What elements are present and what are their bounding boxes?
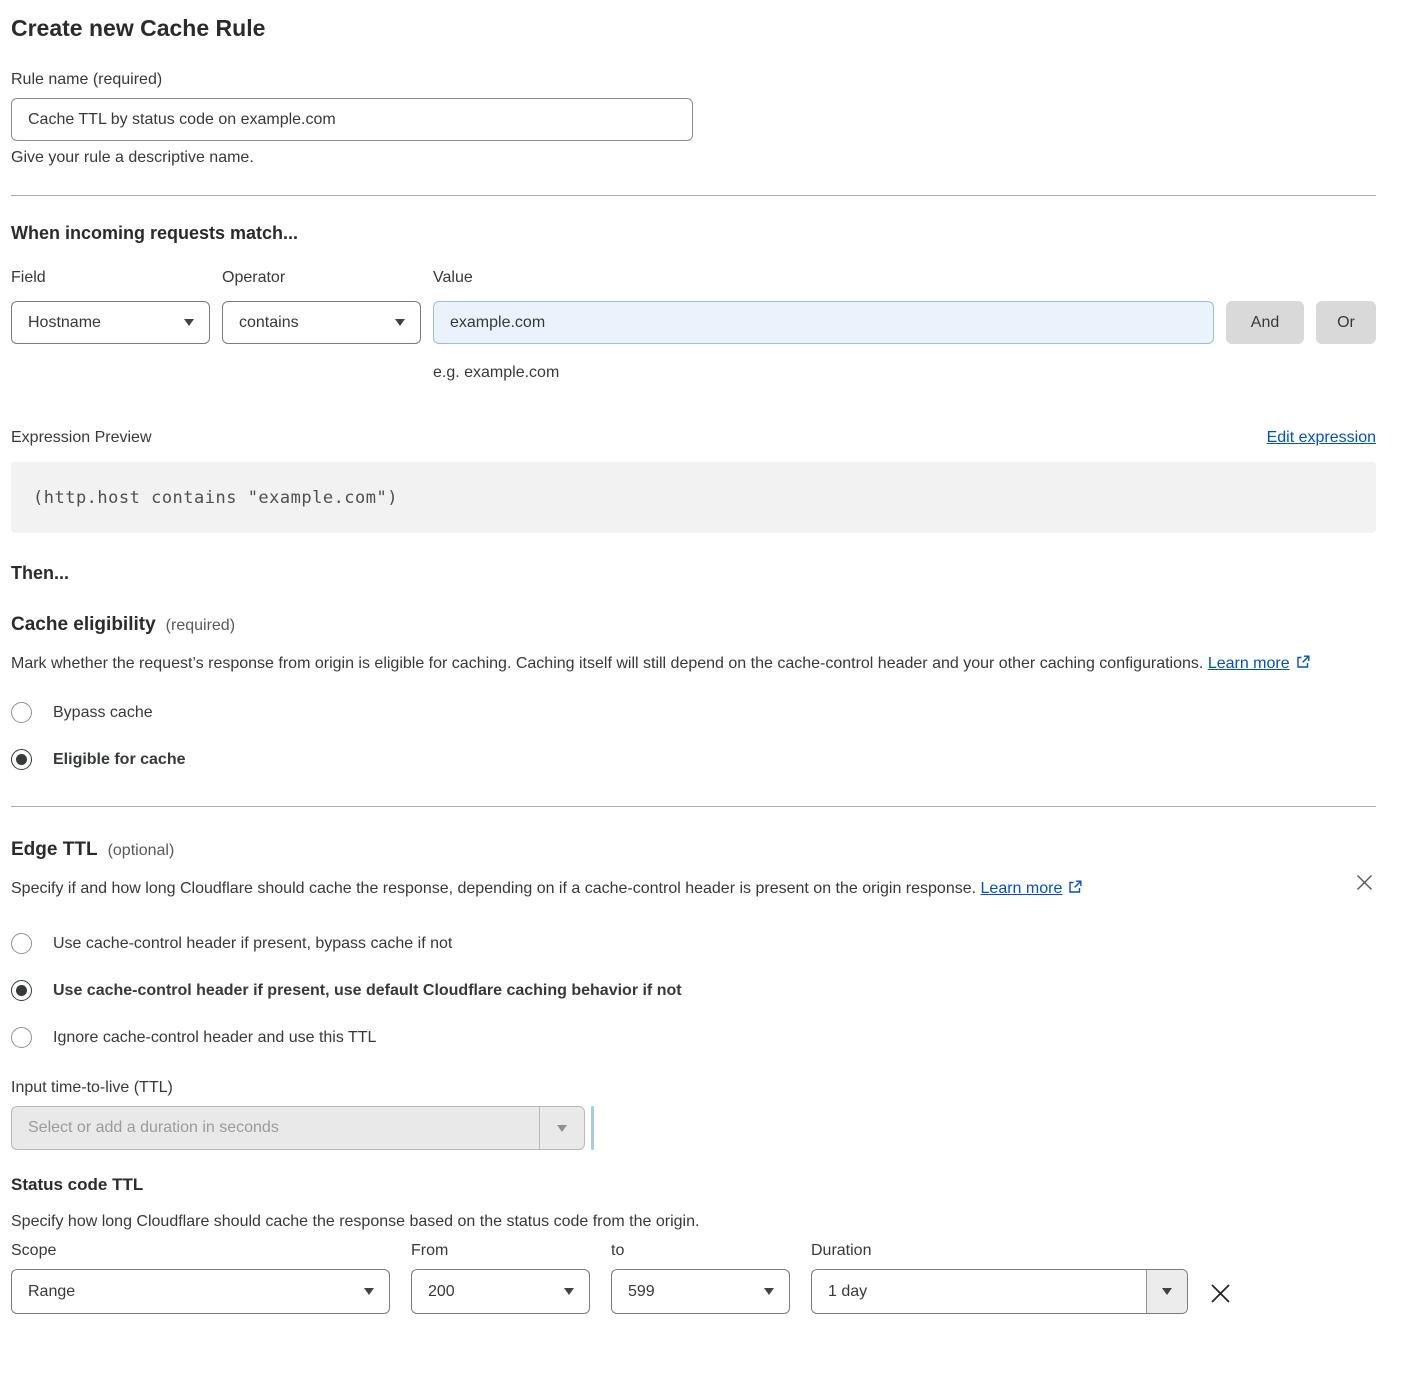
page-title: Create new Cache Rule xyxy=(11,14,1376,42)
from-label: From xyxy=(411,1241,590,1261)
radio-icon[interactable] xyxy=(11,1027,32,1048)
external-link-icon xyxy=(1295,652,1311,680)
radio-icon[interactable] xyxy=(11,933,32,954)
section-divider xyxy=(11,195,1376,196)
ttl-input-label: Input time-to-live (TTL) xyxy=(11,1078,1376,1098)
close-icon[interactable] xyxy=(1355,873,1374,892)
edit-expression-link[interactable]: Edit expression xyxy=(1267,429,1376,447)
radio-option-default-caching-behavior[interactable]: Use cache-control header if present, use… xyxy=(11,980,1376,1001)
scope-select-value: Range xyxy=(28,1283,75,1301)
chevron-down-icon xyxy=(764,1288,774,1295)
status-code-ttl-row: Scope From to Duration Range 200 599 1 d… xyxy=(11,1241,1376,1314)
or-button[interactable]: Or xyxy=(1316,301,1376,344)
status-code-ttl-heading: Status code TTL xyxy=(11,1175,1376,1195)
section-divider xyxy=(11,806,1376,807)
chevron-down-icon xyxy=(539,1107,584,1149)
operator-select[interactable]: contains xyxy=(222,301,421,344)
chevron-down-icon xyxy=(1146,1270,1187,1313)
chevron-down-icon xyxy=(364,1288,374,1295)
from-select[interactable]: 200 xyxy=(411,1269,590,1314)
edge-ttl-qualifier: (optional) xyxy=(108,842,175,860)
scope-label: Scope xyxy=(11,1241,390,1261)
edge-ttl-options: Use cache-control header if present, byp… xyxy=(11,933,1376,1048)
ttl-duration-placeholder: Select or add a duration in seconds xyxy=(12,1107,539,1149)
scope-select[interactable]: Range xyxy=(11,1269,390,1314)
duration-select-value: 1 day xyxy=(812,1270,1146,1313)
ttl-duration-select: Select or add a duration in seconds xyxy=(11,1106,585,1150)
and-button[interactable]: And xyxy=(1226,301,1304,344)
field-select[interactable]: Hostname xyxy=(11,301,210,344)
rule-name-label: Rule name (required) xyxy=(11,70,1376,90)
chevron-down-icon xyxy=(395,319,405,326)
radio-checked-icon[interactable] xyxy=(11,980,32,1001)
cache-eligibility-description: Mark whether the request’s response from… xyxy=(11,650,1376,680)
cache-eligibility-options: Bypass cache Eligible for cache xyxy=(11,702,1376,770)
operator-label: Operator xyxy=(222,268,421,288)
radio-option-bypass-cache[interactable]: Bypass cache xyxy=(11,702,1376,723)
radio-option-bypass-if-no-header[interactable]: Use cache-control header if present, byp… xyxy=(11,933,1376,954)
chevron-down-icon xyxy=(564,1288,574,1295)
radio-option-ignore-header-use-ttl[interactable]: Ignore cache-control header and use this… xyxy=(11,1027,1376,1048)
cache-eligibility-learn-more-link[interactable]: Learn more xyxy=(1208,655,1311,672)
create-cache-rule-page: Create new Cache Rule Rule name (require… xyxy=(0,0,1412,1314)
value-help: e.g. example.com xyxy=(433,364,1214,382)
expression-preview-label: Expression Preview xyxy=(11,428,152,448)
duration-label: Duration xyxy=(811,1241,1188,1261)
external-link-icon xyxy=(1067,877,1083,905)
radio-option-eligible-for-cache[interactable]: Eligible for cache xyxy=(11,749,1376,770)
to-select[interactable]: 599 xyxy=(611,1269,790,1314)
edge-ttl-heading: Edge TTL xyxy=(11,839,98,861)
value-label: Value xyxy=(433,268,1214,288)
radio-icon[interactable] xyxy=(11,702,32,723)
cache-eligibility-qualifier: (required) xyxy=(166,617,235,635)
operator-select-value: contains xyxy=(239,314,299,332)
status-code-ttl-description: Specify how long Cloudflare should cache… xyxy=(11,1209,1376,1235)
then-heading: Then... xyxy=(11,562,1376,584)
radio-checked-icon[interactable] xyxy=(11,749,32,770)
chevron-down-icon xyxy=(184,319,194,326)
rule-name-help: Give your rule a descriptive name. xyxy=(11,149,1376,167)
focus-bar xyxy=(591,1106,594,1150)
expression-preview-code: (http.host contains "example.com") xyxy=(11,462,1376,533)
field-label: Field xyxy=(11,268,210,288)
field-select-value: Hostname xyxy=(28,314,101,332)
cache-eligibility-heading: Cache eligibility xyxy=(11,614,156,636)
match-builder: Field Operator Value Hostname contains A… xyxy=(11,268,1376,382)
edge-ttl-section: Edge TTL (optional) Specify if and how l… xyxy=(11,839,1376,1314)
to-label: to xyxy=(611,1241,790,1261)
from-select-value: 200 xyxy=(428,1283,455,1301)
match-heading: When incoming requests match... xyxy=(11,222,1376,244)
rule-name-input[interactable] xyxy=(11,98,693,141)
edge-ttl-description: Specify if and how long Cloudflare shoul… xyxy=(11,875,1111,905)
edge-ttl-learn-more-link[interactable]: Learn more xyxy=(981,880,1084,897)
value-input[interactable] xyxy=(433,301,1214,344)
duration-select[interactable]: 1 day xyxy=(811,1269,1188,1314)
to-select-value: 599 xyxy=(628,1283,655,1301)
remove-row-icon[interactable] xyxy=(1209,1282,1233,1305)
